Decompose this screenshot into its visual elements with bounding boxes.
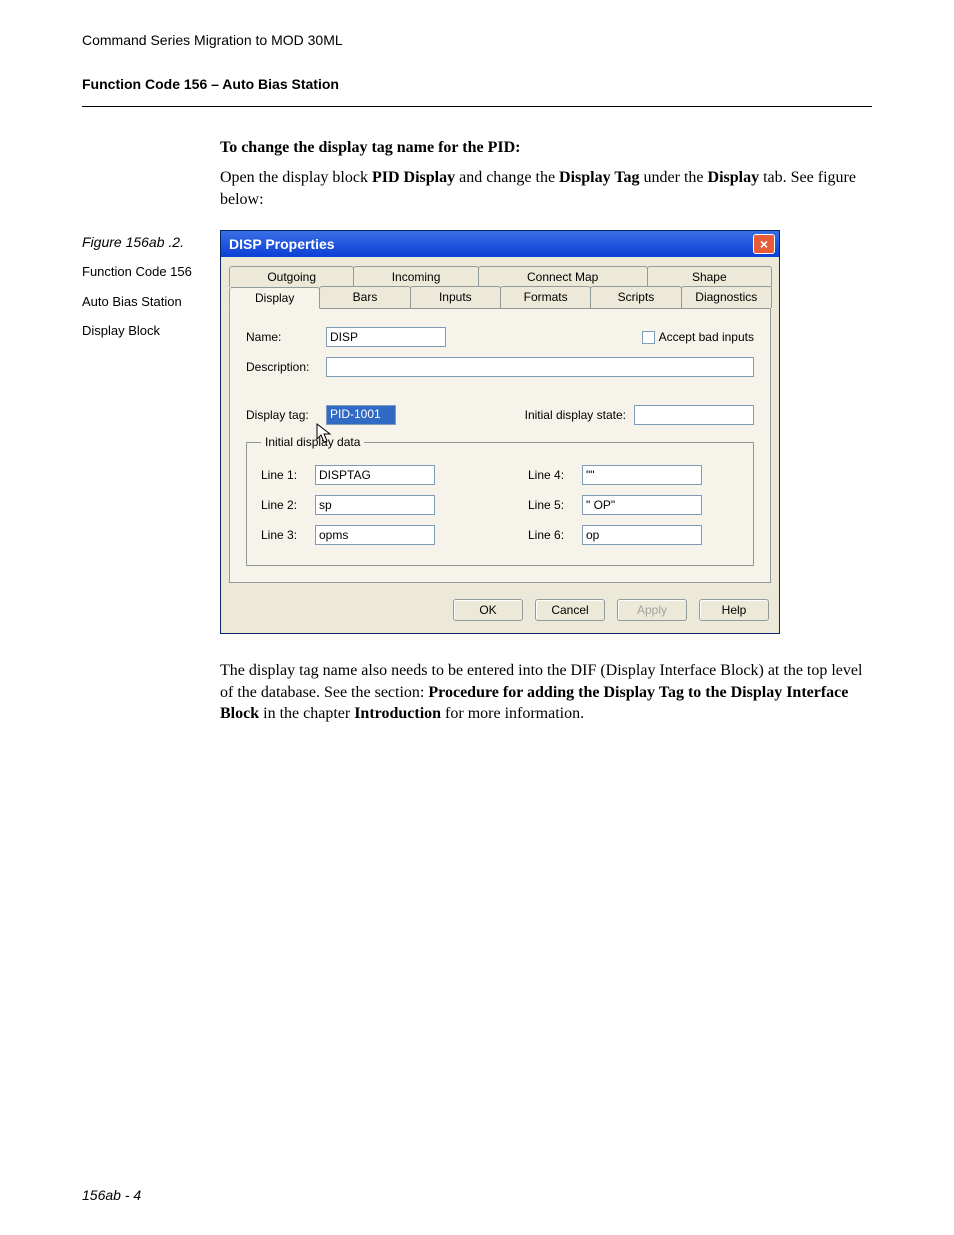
line1-input[interactable] (315, 465, 435, 485)
line5-label: Line 5: (528, 498, 582, 512)
outro-paragraph: The display tag name also needs to be en… (220, 660, 872, 725)
tab-connect-map[interactable]: Connect Map (478, 266, 648, 287)
tab-inputs[interactable]: Inputs (410, 286, 501, 308)
intro-text: Open the display block (220, 169, 372, 186)
display-tag-label: Display tag: (246, 408, 326, 422)
name-label: Name: (246, 330, 326, 344)
line4-label: Line 4: (528, 468, 582, 482)
tab-scripts[interactable]: Scripts (590, 286, 681, 308)
display-tag-input[interactable]: PID-1001 (326, 405, 396, 425)
ok-button[interactable]: OK (453, 599, 523, 621)
apply-button[interactable]: Apply (617, 599, 687, 621)
description-label: Description: (246, 360, 326, 374)
outro-bold-intro: Introduction (354, 705, 441, 722)
titlebar[interactable]: DISP Properties × (221, 231, 779, 257)
intro-text: under the (640, 169, 708, 186)
name-input[interactable] (326, 327, 446, 347)
intro-bold-display: Display (708, 169, 760, 186)
tab-display[interactable]: Display (229, 287, 320, 309)
line6-input[interactable] (582, 525, 702, 545)
window-title: DISP Properties (229, 236, 335, 252)
page-footer: 156ab - 4 (82, 1187, 141, 1203)
help-button[interactable]: Help (699, 599, 769, 621)
running-head: Command Series Migration to MOD 30ML (82, 32, 872, 48)
display-tab-panel: Name: Accept bad inputs Description: Dis… (229, 308, 771, 583)
group-legend: Initial display data (261, 435, 364, 449)
initial-display-data-group: Initial display data Line 1: Line 2: Lin… (246, 435, 754, 566)
accept-label: Accept bad inputs (659, 330, 754, 344)
properties-dialog: DISP Properties × Outgoing Incoming Conn… (220, 230, 780, 634)
close-icon: × (760, 236, 768, 252)
figure-label: Figure 156ab .2. (82, 234, 210, 250)
accept-checkbox[interactable] (642, 330, 659, 344)
figure-note-3: Display Block (82, 321, 210, 341)
tab-formats[interactable]: Formats (500, 286, 591, 308)
close-button[interactable]: × (753, 234, 775, 254)
tab-diagnostics[interactable]: Diagnostics (681, 286, 772, 308)
intro-paragraph: Open the display block PID Display and c… (220, 167, 872, 210)
outro-text: for more information. (441, 705, 584, 722)
checkbox-icon (642, 331, 655, 344)
line3-label: Line 3: (261, 528, 315, 542)
cancel-button[interactable]: Cancel (535, 599, 605, 621)
figure-note-1: Function Code 156 (82, 262, 210, 282)
intro-text: and change the (455, 169, 559, 186)
outro-text: in the chapter (259, 705, 354, 722)
line2-input[interactable] (315, 495, 435, 515)
initial-state-label: Initial display state: (525, 408, 626, 422)
line6-label: Line 6: (528, 528, 582, 542)
tab-outgoing[interactable]: Outgoing (229, 266, 354, 287)
intro-heading: To change the display tag name for the P… (220, 139, 872, 157)
tab-incoming[interactable]: Incoming (353, 266, 478, 287)
line1-label: Line 1: (261, 468, 315, 482)
tab-bars[interactable]: Bars (319, 286, 410, 308)
line2-label: Line 2: (261, 498, 315, 512)
figure-note-2: Auto Bias Station (82, 292, 210, 312)
intro-bold-pid: PID Display (372, 169, 455, 186)
intro-bold-tag: Display Tag (559, 169, 639, 186)
description-input[interactable] (326, 357, 754, 377)
line4-input[interactable] (582, 465, 702, 485)
initial-state-input[interactable] (634, 405, 754, 425)
line5-input[interactable] (582, 495, 702, 515)
line3-input[interactable] (315, 525, 435, 545)
tab-shape[interactable]: Shape (647, 266, 772, 287)
section-title: Function Code 156 – Auto Bias Station (82, 76, 872, 92)
